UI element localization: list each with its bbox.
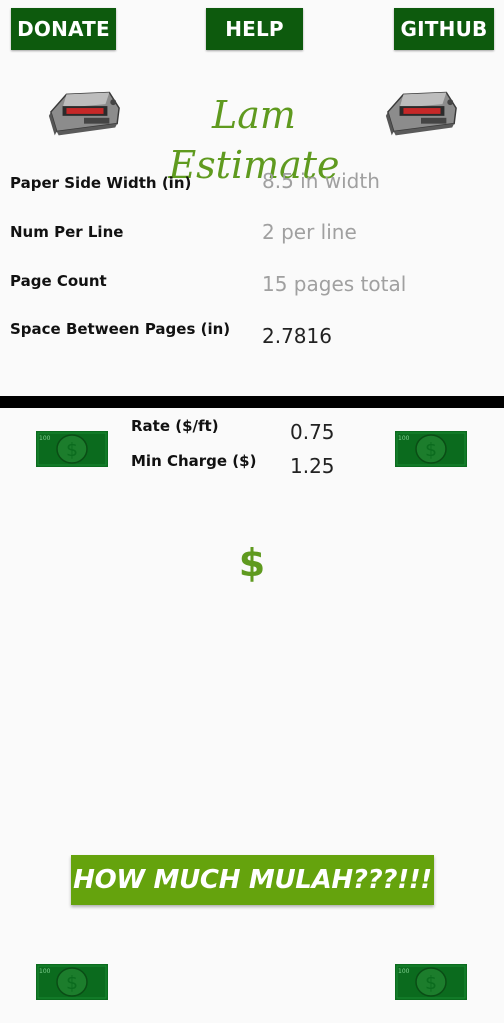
bill-denomination: 100 (39, 435, 51, 442)
brand-header: Lam Estimate (0, 78, 504, 187)
laminator-icon (385, 91, 457, 137)
paper-width-row: Paper Side Width (in) (0, 164, 504, 208)
page-count-input[interactable] (256, 267, 476, 301)
donate-button[interactable]: DONATE (11, 8, 116, 50)
rate-label: Rate ($/ft) (131, 417, 219, 435)
calculate-button[interactable]: HOW MUCH MULAH???!!! (71, 855, 434, 905)
min-charge-input[interactable] (284, 452, 374, 480)
bill-symbol: $ (66, 972, 78, 994)
page-count-row: Page Count (0, 267, 504, 310)
dollar-bill-icon: 100 $ (395, 964, 467, 1000)
laminator-icon (48, 91, 120, 137)
bill-denomination: 100 (398, 435, 410, 442)
github-button[interactable]: GITHUB (394, 8, 494, 50)
space-between-input[interactable] (256, 319, 476, 353)
bill-denomination: 100 (398, 968, 410, 975)
rate-input[interactable] (284, 418, 374, 446)
dollar-bill-icon: 100 $ (36, 964, 108, 1000)
num-per-line-row: Num Per Line (0, 215, 504, 260)
estimate-result: $ (238, 541, 266, 585)
dollar-bill-icon: 100 $ (36, 431, 108, 467)
dollar-bill-icon: 100 $ (395, 431, 467, 467)
paper-width-input[interactable] (256, 164, 476, 198)
bill-symbol: $ (425, 972, 437, 994)
space-between-label: Space Between Pages (in) (10, 320, 231, 338)
help-button[interactable]: HELP (206, 8, 303, 50)
bill-denomination: 100 (39, 968, 51, 975)
section-divider (0, 396, 504, 408)
paper-width-label: Paper Side Width (in) (10, 174, 192, 192)
bill-symbol: $ (66, 439, 78, 461)
space-between-row: Space Between Pages (in) (0, 318, 504, 358)
num-per-line-input[interactable] (256, 215, 476, 249)
bill-symbol: $ (425, 439, 437, 461)
page-count-label: Page Count (10, 272, 107, 290)
num-per-line-label: Num Per Line (10, 223, 124, 241)
min-charge-label: Min Charge ($) (131, 452, 257, 470)
